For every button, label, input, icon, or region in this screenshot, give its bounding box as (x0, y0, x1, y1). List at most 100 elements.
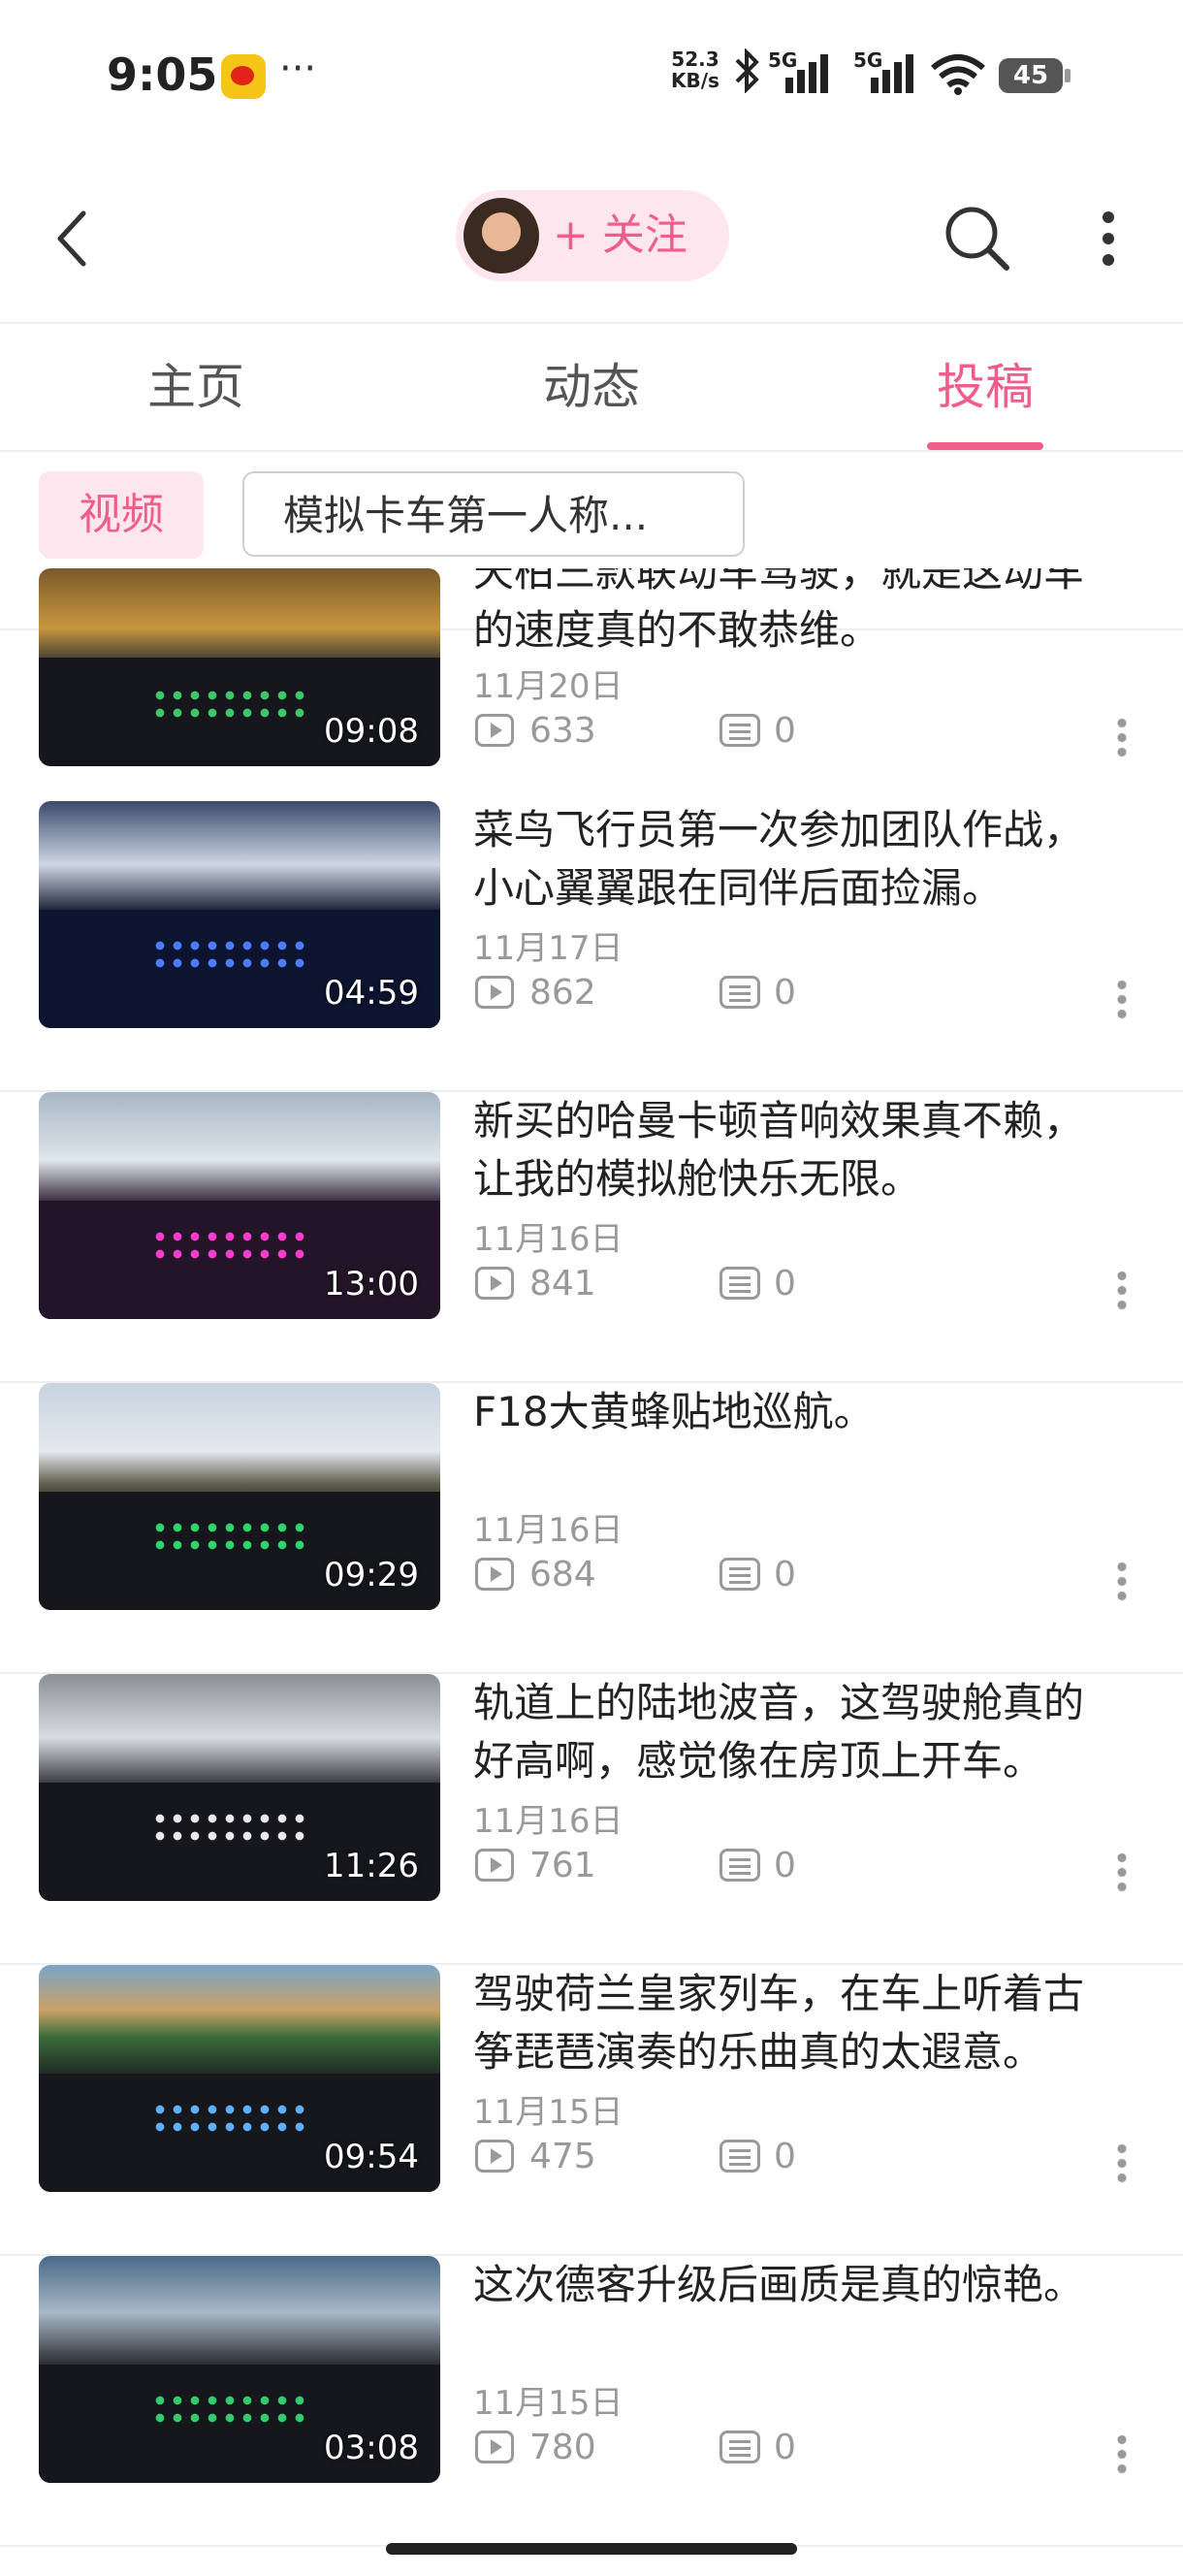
tab-activity[interactable]: 动态 (475, 324, 708, 450)
bluetooth-icon (733, 48, 762, 103)
network-speed-value: 52.3 (671, 48, 719, 71)
cell-signal-1-icon: 5G (768, 48, 828, 95)
video-duration: 09:08 (324, 712, 419, 751)
video-list: 09:08 天柏三款联动车驾驶，就是这动车 的速度真的不敢恭维。 11月20日 … (0, 568, 1183, 2547)
follow-button[interactable]: + 关注 (456, 190, 729, 281)
thumbnail-lights (150, 1519, 312, 1556)
filter-row: 视频 模拟卡车第一人称... (0, 452, 1183, 568)
tab-uploads[interactable]: 投稿 (869, 324, 1102, 450)
video-title-line: 菜鸟飞行员第一次参加团队作战， (473, 806, 1085, 853)
video-item[interactable]: 09:54 驾驶荷兰皇家列车，在车上听着古 筝琵琶演奏的乐曲真的太遐意。 11月… (0, 1965, 1183, 2256)
video-title[interactable]: 驾驶荷兰皇家列车，在车上听着古 筝琵琶演奏的乐曲真的太遐意。 (473, 1965, 1152, 2081)
video-item[interactable]: 03:08 这次德客升级后画质是真的惊艳。 11月15日 780 0 (0, 2256, 1183, 2547)
cell-signal-2-icon: 5G (853, 48, 919, 95)
filter-collection-chip[interactable]: 模拟卡车第一人称... (242, 471, 745, 557)
video-duration: 09:29 (324, 1556, 419, 1594)
video-title[interactable]: 天柏三款联动车驾驶，就是这动车 的速度真的不敢恭维。 (473, 568, 1152, 660)
item-menu-icon[interactable] (1117, 978, 1127, 1020)
play-count-icon (475, 2140, 514, 2173)
video-thumbnail[interactable]: 03:08 (39, 2256, 440, 2483)
video-date: 11月15日 (473, 2384, 623, 2423)
video-title-line: 天柏三款联动车驾驶，就是这动车 (473, 568, 1085, 596)
video-thumbnail[interactable]: 13:00 (39, 1092, 440, 1319)
video-title[interactable]: F18大黄蜂贴地巡航。 (473, 1383, 1152, 1441)
video-title-line: 驾驶荷兰皇家列车，在车上听着古 (473, 1970, 1085, 2017)
video-title-line: 让我的模拟舱快乐无限。 (473, 1155, 922, 1203)
comment-count-icon (719, 1849, 760, 1882)
network-speed-unit: KB/s (671, 69, 719, 92)
item-menu-icon[interactable] (1117, 2141, 1127, 2184)
video-title-line: F18大黄蜂贴地巡航。 (473, 1388, 875, 1435)
video-date: 11月17日 (473, 929, 623, 968)
comment-count-icon (719, 2140, 760, 2173)
thumbnail-lights (150, 687, 312, 720)
status-bar: 9:05 ··· 52.3 KB/s 5G 5G 45 (0, 0, 1183, 155)
video-thumbnail[interactable]: 09:08 (39, 568, 440, 766)
more-notifications-icon: ··· (279, 47, 317, 91)
thumbnail-lights (150, 1810, 312, 1847)
play-count-icon (475, 714, 514, 747)
item-menu-icon[interactable] (1117, 2432, 1127, 2475)
play-count-icon (475, 976, 514, 1009)
video-title-line: 好高啊，感觉像在房顶上开车。 (473, 1737, 1044, 1785)
video-thumbnail[interactable]: 04:59 (39, 801, 440, 1028)
video-date: 11月15日 (473, 2093, 623, 2132)
video-title[interactable]: 新买的哈曼卡顿音响效果真不赖， 让我的模拟舱快乐无限。 (473, 1092, 1152, 1208)
follow-label: + 关注 (553, 210, 687, 260)
more-vertical-icon[interactable] (1096, 209, 1121, 268)
status-time: 9:05 (107, 48, 218, 101)
video-thumbnail[interactable]: 11:26 (39, 1674, 440, 1901)
video-thumbnail[interactable]: 09:29 (39, 1383, 440, 1610)
play-count-icon (475, 2431, 514, 2463)
video-title[interactable]: 轨道上的陆地波音，这驾驶舱真的 好高啊，感觉像在房顶上开车。 (473, 1674, 1152, 1790)
filter-video-chip[interactable]: 视频 (39, 471, 204, 559)
thumbnail-lights (150, 937, 312, 974)
video-thumbnail[interactable]: 09:54 (39, 1965, 440, 2192)
item-menu-icon[interactable] (1117, 1851, 1127, 1893)
thumbnail-lights (150, 2101, 312, 2138)
battery-level: 45 (1012, 61, 1049, 90)
video-item[interactable]: 09:29 F18大黄蜂贴地巡航。 11月16日 684 0 (0, 1383, 1183, 1674)
comment-count-icon (719, 1558, 760, 1591)
thumbnail-lights (150, 1228, 312, 1265)
video-title-line: 新买的哈曼卡顿音响效果真不赖， (473, 1097, 1085, 1144)
comment-count-icon (719, 976, 760, 1009)
video-title[interactable]: 菜鸟飞行员第一次参加团队作战， 小心翼翼跟在同伴后面捡漏。 (473, 801, 1152, 918)
avatar[interactable] (464, 198, 539, 274)
play-count-icon (475, 1558, 514, 1591)
wifi-icon (929, 52, 987, 95)
video-date: 11月16日 (473, 1511, 623, 1550)
video-title-line: 轨道上的陆地波音，这驾驶舱真的 (473, 1679, 1085, 1726)
video-duration: 13:00 (324, 1265, 419, 1304)
video-date: 11月16日 (473, 1220, 623, 1259)
video-title-line: 这次德客升级后画质是真的惊艳。 (473, 2261, 1085, 2308)
back-arrow-icon[interactable] (50, 208, 109, 270)
network-speed: 52.3 KB/s (671, 48, 719, 91)
video-title[interactable]: 这次德客升级后画质是真的惊艳。 (473, 2256, 1152, 2314)
video-date: 11月20日 (473, 667, 623, 706)
home-indicator[interactable] (386, 2543, 797, 2555)
video-item[interactable]: 13:00 新买的哈曼卡顿音响效果真不赖， 让我的模拟舱快乐无限。 11月16日… (0, 1092, 1183, 1383)
video-title-line: 的速度真的不敢恭维。 (473, 606, 881, 654)
top-bar: + 关注 (0, 155, 1183, 324)
search-icon[interactable] (943, 204, 1010, 272)
item-menu-icon[interactable] (1117, 716, 1127, 758)
item-menu-icon[interactable] (1117, 1269, 1127, 1311)
comment-count-icon (719, 2431, 760, 2463)
video-item[interactable]: 04:59 菜鸟飞行员第一次参加团队作战， 小心翼翼跟在同伴后面捡漏。 11月1… (0, 801, 1183, 1092)
comment-count-icon (719, 1267, 760, 1300)
weibo-app-icon (221, 54, 266, 99)
video-duration: 04:59 (324, 974, 419, 1013)
video-item[interactable]: 09:08 天柏三款联动车驾驶，就是这动车 的速度真的不敢恭维。 11月20日 … (0, 568, 1183, 766)
item-menu-icon[interactable] (1117, 1560, 1127, 1602)
video-title-line: 小心翼翼跟在同伴后面捡漏。 (473, 864, 1004, 912)
profile-tabs: 主页 动态 投稿 (0, 324, 1183, 452)
comment-count-icon (719, 714, 760, 747)
thumbnail-lights (150, 2392, 312, 2429)
video-item[interactable]: 11:26 轨道上的陆地波音，这驾驶舱真的 好高啊，感觉像在房顶上开车。 11月… (0, 1674, 1183, 1965)
video-duration: 09:54 (324, 2138, 419, 2176)
video-duration: 11:26 (324, 1847, 419, 1885)
video-title-line: 筝琵琶演奏的乐曲真的太遐意。 (473, 2028, 1044, 2076)
tab-home[interactable]: 主页 (80, 324, 312, 450)
video-date: 11月16日 (473, 1802, 623, 1841)
